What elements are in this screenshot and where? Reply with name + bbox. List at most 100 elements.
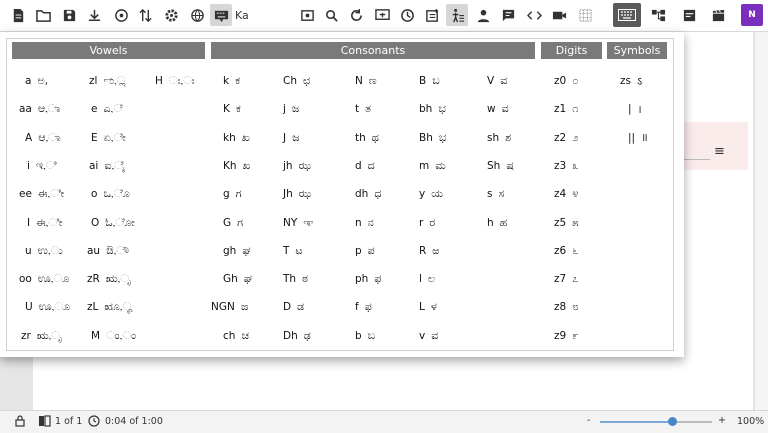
key-cell[interactable]: z0 ೦ [554,74,578,88]
accessibility-icon[interactable] [446,4,468,26]
menu-icon[interactable]: ≡ [714,144,726,159]
note-icon[interactable] [421,4,443,26]
key-cell[interactable]: Hಃ,ಃ [155,74,195,88]
key-cell[interactable]: Vವ [487,74,507,88]
key-cell[interactable]: kh ಖ [223,131,250,145]
key-cell[interactable]: kಕ [223,74,240,88]
key-cell[interactable]: Jh ಝ [283,187,311,201]
key-cell[interactable]: Lಳ [419,300,437,314]
book-icon[interactable] [38,415,51,430]
key-cell[interactable]: lಲ [419,272,435,286]
key-cell[interactable]: z3 ೩ [554,159,578,173]
lock-icon[interactable] [15,415,25,430]
clapper-icon[interactable] [707,4,729,26]
key-cell[interactable]: ch ಚ [223,329,249,343]
code-icon[interactable] [523,4,545,26]
document-icon[interactable] [7,4,29,26]
edit-icon[interactable] [678,4,700,26]
globe-icon[interactable] [186,4,208,26]
key-cell[interactable]: U ಊ,ೂ [25,300,70,314]
folder-icon[interactable] [32,4,54,26]
key-cell[interactable]: Rಱ [419,244,439,258]
sort-icon[interactable] [134,4,156,26]
key-cell[interactable]: yಯ [419,187,443,201]
key-cell[interactable]: aa ಆ,ಾ [19,102,60,116]
key-cell[interactable]: Tಟ [283,244,303,258]
key-cell[interactable]: Gಗ [223,216,243,230]
key-cell[interactable]: Kh ಖ [223,159,251,173]
layout-icon[interactable] [647,4,669,26]
key-cell[interactable]: z6 ೬ [554,244,578,258]
key-cell[interactable]: O ಓ,ೋ [91,216,135,230]
key-cell[interactable]: Bಬ [419,74,440,88]
key-cell[interactable]: vವ [419,329,438,343]
key-cell[interactable]: A ಆ,ಾ [25,131,61,145]
chat-icon[interactable] [497,4,519,26]
key-cell[interactable]: ph ಫ [355,272,381,286]
key-cell[interactable]: NGN ಙ [211,300,248,314]
key-cell[interactable]: hಹ [487,216,507,230]
keyboard-icon[interactable] [613,3,641,27]
video-icon[interactable] [548,4,570,26]
key-cell[interactable]: zs ऽ [620,74,642,88]
settings-icon[interactable] [160,4,182,26]
key-cell[interactable]: dh ಧ [355,187,381,201]
key-cell[interactable]: jh ಝ [283,159,311,173]
key-cell[interactable]: z4 ೪ [554,187,578,201]
key-cell[interactable]: mಮ [419,159,446,173]
zoom-out-button[interactable]: - [587,415,590,426]
keyboard-language-icon[interactable] [210,4,232,26]
zoom-slider-handle[interactable] [668,417,678,426]
save-icon[interactable] [58,4,80,26]
key-cell[interactable]: Gh ಘ [223,272,252,286]
key-cell[interactable]: Dh ಢ [283,329,311,343]
key-cell[interactable]: zL ೠ,ೄ [87,300,133,314]
key-cell[interactable]: Kಕ [223,102,241,116]
key-cell[interactable]: Th ಠ [283,272,308,286]
key-cell[interactable]: oo ಊ,ೂ [19,272,69,286]
key-cell[interactable]: Nಣ [355,74,377,88]
key-cell[interactable]: z1 ೧ [554,102,578,116]
key-cell[interactable]: z7 ೭ [554,272,578,286]
key-cell[interactable]: a ಅ, [25,74,48,88]
language-label[interactable]: Ka [235,9,249,22]
audio-icon[interactable] [110,4,132,26]
grid-icon[interactable] [574,4,596,26]
key-cell[interactable]: I ಈ,ೀ [27,216,62,230]
key-cell[interactable]: z2 ೨ [554,131,578,145]
key-cell[interactable]: zl ಌ,ೢ [89,74,125,88]
key-cell[interactable]: wವ [487,102,509,116]
key-cell[interactable]: gಗ [223,187,242,201]
key-cell[interactable]: gh ಘ [223,244,251,258]
key-cell[interactable]: sh ಶ [487,131,511,145]
key-cell[interactable]: u ಉ,ು [25,244,63,258]
key-cell[interactable]: rರ [419,216,435,230]
check-icon[interactable] [396,4,418,26]
zoom-in-button[interactable]: + [718,415,726,426]
key-cell[interactable]: E ಏ,ೇ [91,131,126,145]
key-cell[interactable]: Mಂ,ಂ [91,329,136,343]
key-cell[interactable]: zr ಋ,ೃ [21,329,62,343]
key-cell[interactable]: i ಇ,ಿ [27,159,57,173]
key-cell[interactable]: | । [628,102,642,116]
zoom-slider[interactable] [600,417,712,426]
key-cell[interactable]: au ಔ,ೌ [87,244,129,258]
key-cell[interactable]: z9 ೯ [554,329,578,343]
key-cell[interactable]: Bh ಭ [419,131,446,145]
key-cell[interactable]: th ಥ [355,131,379,145]
key-cell[interactable]: zR ಋ,ೃ [87,272,131,286]
key-cell[interactable]: bh ಭ [419,102,446,116]
key-cell[interactable]: Sh ಷ [487,159,514,173]
key-cell[interactable]: dದ [355,159,375,173]
key-cell[interactable]: nನ [355,216,374,230]
search-icon[interactable] [320,4,342,26]
key-cell[interactable]: z5 ೫ [554,216,578,230]
key-cell[interactable]: ee ಈ,ೀ [19,187,64,201]
key-cell[interactable]: NY ಞ [283,216,313,230]
key-cell[interactable]: fಫ [355,300,372,314]
key-cell[interactable]: Ch ಛ [283,74,310,88]
key-cell[interactable]: pಪ [355,244,375,258]
key-cell[interactable]: o ಒ,ೊ [91,187,130,201]
key-cell[interactable]: jಜ [283,102,299,116]
brand-logo-icon[interactable]: N [741,4,763,26]
